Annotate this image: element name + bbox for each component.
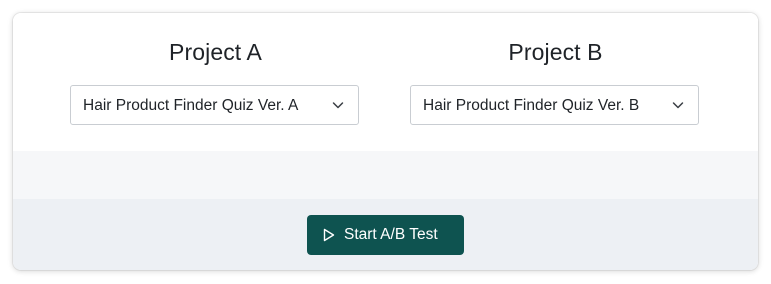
project-a-title: Project A <box>169 39 262 65</box>
start-ab-test-label: Start A/B Test <box>344 226 438 243</box>
divider-band <box>13 151 758 199</box>
start-ab-test-button[interactable]: Start A/B Test <box>307 215 464 255</box>
project-selection-area: Project A Hair Product Finder Quiz Ver. … <box>13 13 758 151</box>
project-b-selected-quiz: Hair Product Finder Quiz Ver. B <box>423 97 640 114</box>
project-b-quiz-select[interactable]: Hair Product Finder Quiz Ver. B <box>410 85 699 125</box>
play-icon <box>323 228 335 242</box>
project-a-quiz-select[interactable]: Hair Product Finder Quiz Ver. A <box>70 85 359 125</box>
action-footer: Start A/B Test <box>13 199 758 270</box>
project-b-title: Project B <box>508 39 603 65</box>
chevron-down-icon <box>672 102 684 109</box>
chevron-down-icon <box>332 102 344 109</box>
ab-test-card: Project A Hair Product Finder Quiz Ver. … <box>13 13 758 270</box>
project-a-selected-quiz: Hair Product Finder Quiz Ver. A <box>83 97 299 114</box>
